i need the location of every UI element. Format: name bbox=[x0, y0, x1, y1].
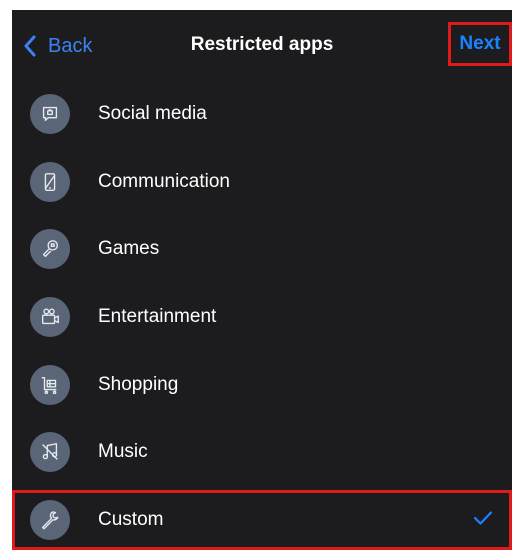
list-item-label: Custom bbox=[98, 509, 164, 531]
list-item-label: Shopping bbox=[98, 373, 179, 395]
list-item-social-media[interactable]: Social media bbox=[12, 80, 512, 148]
list-item-label: Social media bbox=[98, 102, 207, 124]
list-item-label: Communication bbox=[98, 170, 230, 192]
checkmark-icon bbox=[473, 509, 493, 532]
list-item-label: Music bbox=[98, 441, 148, 463]
communication-icon bbox=[30, 161, 70, 202]
navigation-bar: Back Restricted apps Next bbox=[12, 10, 512, 80]
social-media-icon bbox=[30, 93, 70, 134]
list-item-entertainment[interactable]: Entertainment bbox=[12, 283, 512, 351]
music-icon bbox=[30, 432, 70, 473]
entertainment-icon bbox=[30, 296, 70, 337]
list-item-games[interactable]: Games bbox=[12, 215, 512, 283]
list-item-communication[interactable]: Communication bbox=[12, 148, 512, 216]
shopping-icon bbox=[30, 364, 70, 405]
category-list: Social media Communication Games Enterta… bbox=[12, 80, 512, 550]
next-button[interactable]: Next bbox=[448, 22, 512, 66]
list-item-label: Games bbox=[98, 238, 160, 260]
list-item-music[interactable]: Music bbox=[12, 418, 512, 486]
list-item-shopping[interactable]: Shopping bbox=[12, 351, 512, 419]
page-title: Restricted apps bbox=[190, 34, 334, 55]
list-item-custom[interactable]: Custom bbox=[12, 490, 512, 550]
games-icon bbox=[30, 229, 70, 270]
list-item-label: Entertainment bbox=[98, 305, 217, 327]
restricted-apps-screen: Back Restricted apps Next Social media C… bbox=[12, 10, 512, 550]
custom-icon bbox=[30, 500, 70, 541]
